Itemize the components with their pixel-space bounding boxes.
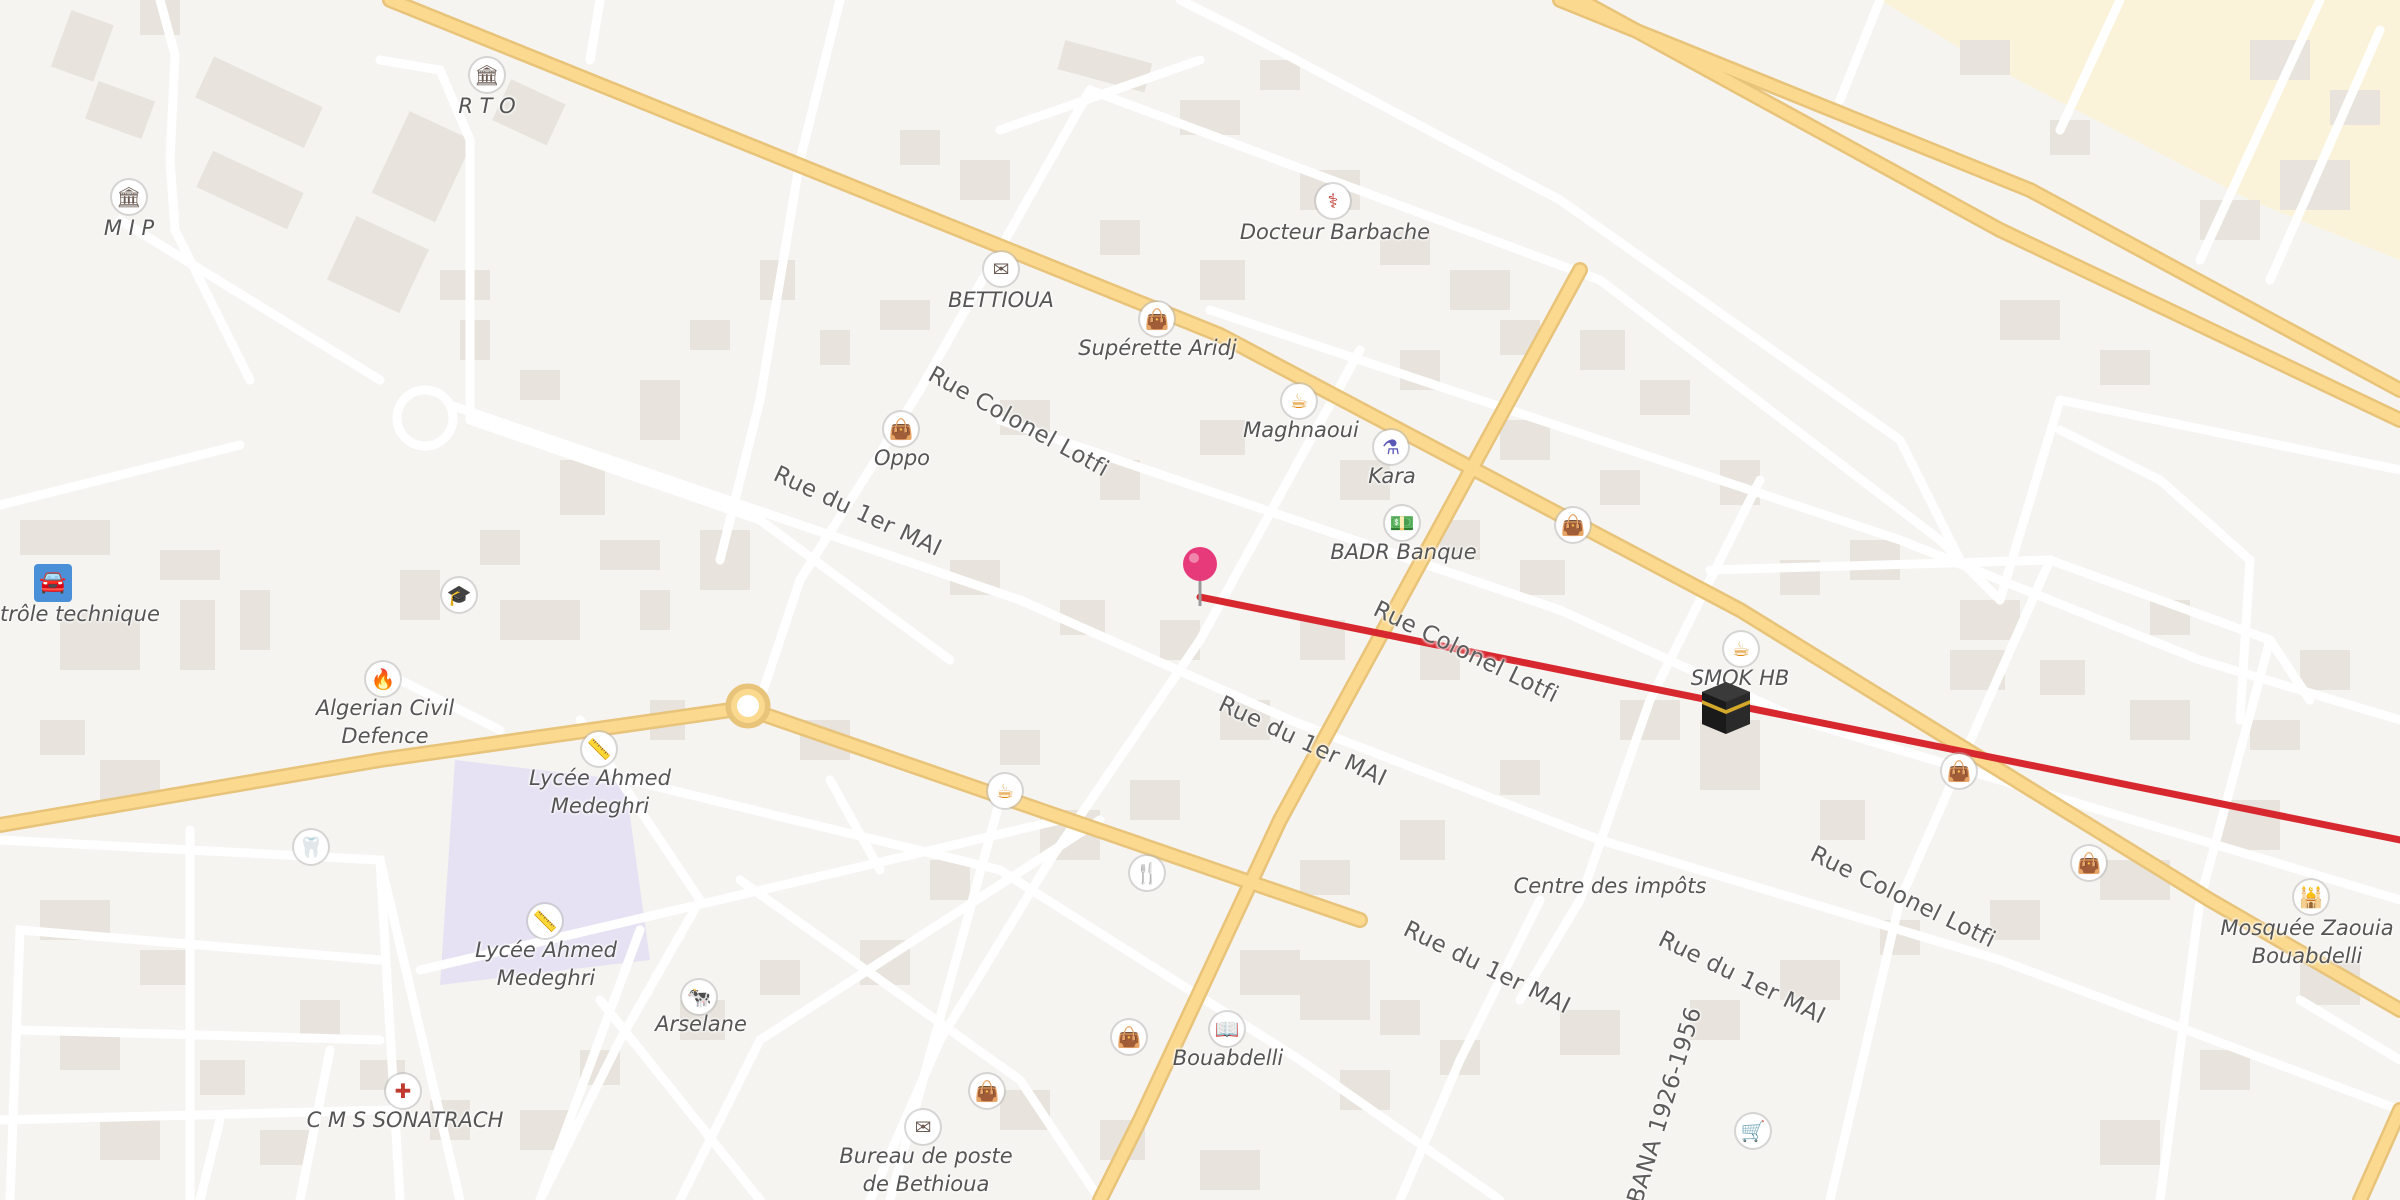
poi-label-controle: trôle technique xyxy=(0,602,160,626)
government-building-icon[interactable]: 🏛 xyxy=(112,180,146,214)
bank-banknote-icon[interactable]: 💵 xyxy=(1385,506,1419,540)
shopping-bag-icon[interactable]: 👜 xyxy=(1112,1020,1146,1054)
shopping-bag-icon[interactable]: 👜 xyxy=(970,1074,1004,1108)
cafe-cup-icon[interactable]: ☕ xyxy=(1282,384,1316,418)
mosque-icon[interactable]: 🕌 xyxy=(2294,880,2328,914)
pharmacy-mortar-icon[interactable]: ⚗ xyxy=(1374,430,1408,464)
stethoscope-icon[interactable]: ⚕ xyxy=(1316,184,1350,218)
cafe-cup-icon[interactable]: ☕ xyxy=(988,774,1022,808)
poi-label-centre-impots: Centre des impôts xyxy=(1513,874,1707,898)
route-line xyxy=(1196,593,2400,844)
kaaba-qibla-icon[interactable] xyxy=(1698,678,1754,738)
poi-label-mosquee: Mosquée Zaouia Bouabdelli xyxy=(2220,916,2394,968)
poi-label-arselane: Arselane xyxy=(655,1012,747,1036)
poi-label-lycee: Lycée Ahmed Medeghri xyxy=(475,938,617,990)
butcher-cow-icon[interactable]: 🐄 xyxy=(682,980,716,1014)
map-canvas[interactable]: Rue Colonel Lotfi Rue du 1er MAI Rue Col… xyxy=(0,0,2400,1200)
location-pin-icon[interactable] xyxy=(1180,544,1220,612)
poi-label-rto: R T O xyxy=(458,94,516,118)
poi-label-badr: BADR Banque xyxy=(1330,540,1477,564)
post-office-envelope-icon[interactable]: ✉ xyxy=(984,252,1018,286)
post-office-envelope-icon[interactable]: ✉ xyxy=(906,1110,940,1144)
poi-label-lycee: Lycée Ahmed Medeghri xyxy=(529,766,671,818)
poi-label-cms: C M S SONATRACH xyxy=(306,1108,504,1132)
cafe-cup-icon[interactable]: ☕ xyxy=(1724,632,1758,666)
hospital-cross-icon[interactable]: ✚ xyxy=(386,1074,420,1108)
school-ruler-icon[interactable]: 📏 xyxy=(582,732,616,766)
poi-label-docteur: Docteur Barbache xyxy=(1239,220,1431,244)
shopping-bag-icon[interactable]: 👜 xyxy=(1942,754,1976,788)
poi-label-bettioua: BETTIOUA xyxy=(948,288,1054,312)
poi-label-superette: Supérette Aridj xyxy=(1078,336,1237,360)
poi-label-maghnaoui: Maghnaoui xyxy=(1243,418,1359,442)
library-book-icon[interactable]: 📖 xyxy=(1210,1012,1244,1046)
poi-label-oppo: Oppo xyxy=(873,446,931,470)
school-ruler-icon[interactable]: 📏 xyxy=(528,904,562,938)
tooth-icon[interactable]: 🦷 xyxy=(294,830,328,864)
graduation-cap-icon[interactable]: 🎓 xyxy=(442,578,476,612)
car-icon[interactable]: 🚘 xyxy=(34,564,72,602)
fork-knife-icon[interactable]: 🍴 xyxy=(1130,856,1164,890)
poi-label-mip: M I P xyxy=(103,216,155,240)
poi-label-bureau-poste: Bureau de poste de Bethioua xyxy=(839,1144,1013,1196)
shopping-cart-icon[interactable]: 🛒 xyxy=(1736,1114,1770,1148)
poi-label-civil-defence: Algerian Civil Defence xyxy=(315,696,455,748)
shopping-bag-icon[interactable]: 👜 xyxy=(2072,846,2106,880)
poi-label-bouabdelli: Bouabdelli xyxy=(1172,1046,1284,1070)
fire-station-icon[interactable]: 🔥 xyxy=(366,662,400,696)
shopping-bag-icon[interactable]: 👜 xyxy=(1556,508,1590,542)
shopping-bag-icon[interactable]: 👜 xyxy=(884,412,918,446)
shopping-bag-icon[interactable]: 👜 xyxy=(1140,302,1174,336)
poi-label-kara: Kara xyxy=(1368,464,1416,488)
government-building-icon[interactable]: 🏛 xyxy=(470,58,504,92)
